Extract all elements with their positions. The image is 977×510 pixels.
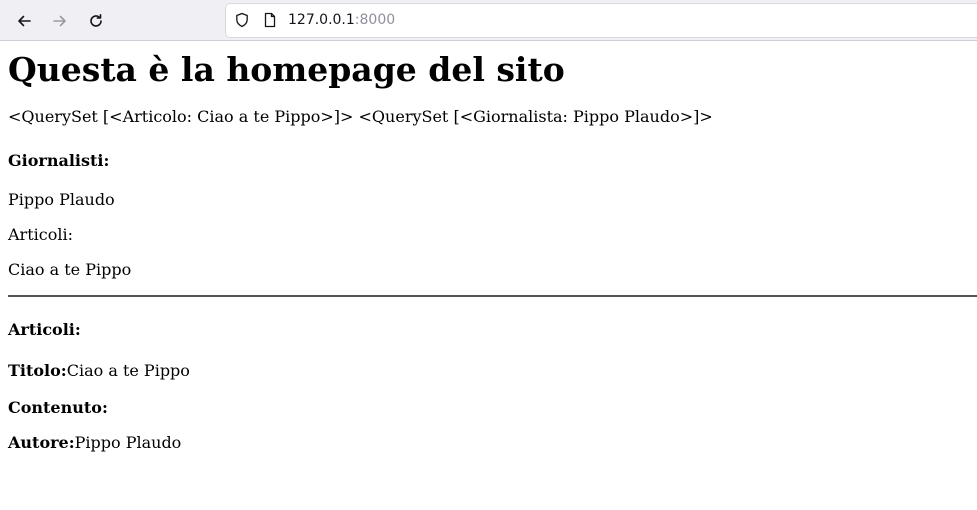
url-text[interactable]: 127.0.0.1:8000 (288, 12, 395, 29)
page-icon[interactable] (262, 12, 278, 28)
browser-toolbar: 127.0.0.1:8000 (0, 0, 977, 41)
articolo-title: Ciao a te Pippo (8, 260, 132, 279)
titolo-row: Titolo:Ciao a te Pippo (8, 361, 190, 381)
url-bar[interactable]: 127.0.0.1:8000 (226, 4, 977, 37)
queryset-text: <QuerySet [<Articolo: Ciao a te Pippo>]>… (8, 107, 713, 126)
titolo-label: Titolo: (8, 361, 67, 380)
url-port: :8000 (354, 12, 396, 28)
shield-icon[interactable] (234, 12, 250, 28)
giornalisti-heading: Giornalisti: (8, 151, 110, 170)
autore-row: Autore:Pippo Plaudo (8, 433, 181, 453)
giornalista-name: Pippo Plaudo (8, 190, 115, 209)
articoli-heading: Articoli: (8, 320, 81, 339)
articoli-label: Articoli: (8, 225, 73, 244)
titolo-value: Ciao a te Pippo (66, 361, 190, 380)
back-arrow-icon (18, 15, 31, 27)
separator (8, 295, 977, 297)
autore-value: Pippo Plaudo (74, 433, 182, 452)
reload-button[interactable] (81, 6, 111, 36)
autore-label: Autore: (8, 433, 75, 452)
forward-button[interactable] (45, 6, 75, 36)
forward-arrow-icon (53, 15, 66, 27)
reload-icon (90, 14, 102, 27)
contenuto-label: Contenuto: (8, 398, 108, 417)
url-host: 127.0.0.1 (288, 12, 355, 28)
page-heading: Questa è la homepage del sito (8, 50, 565, 89)
back-button[interactable] (9, 6, 39, 36)
